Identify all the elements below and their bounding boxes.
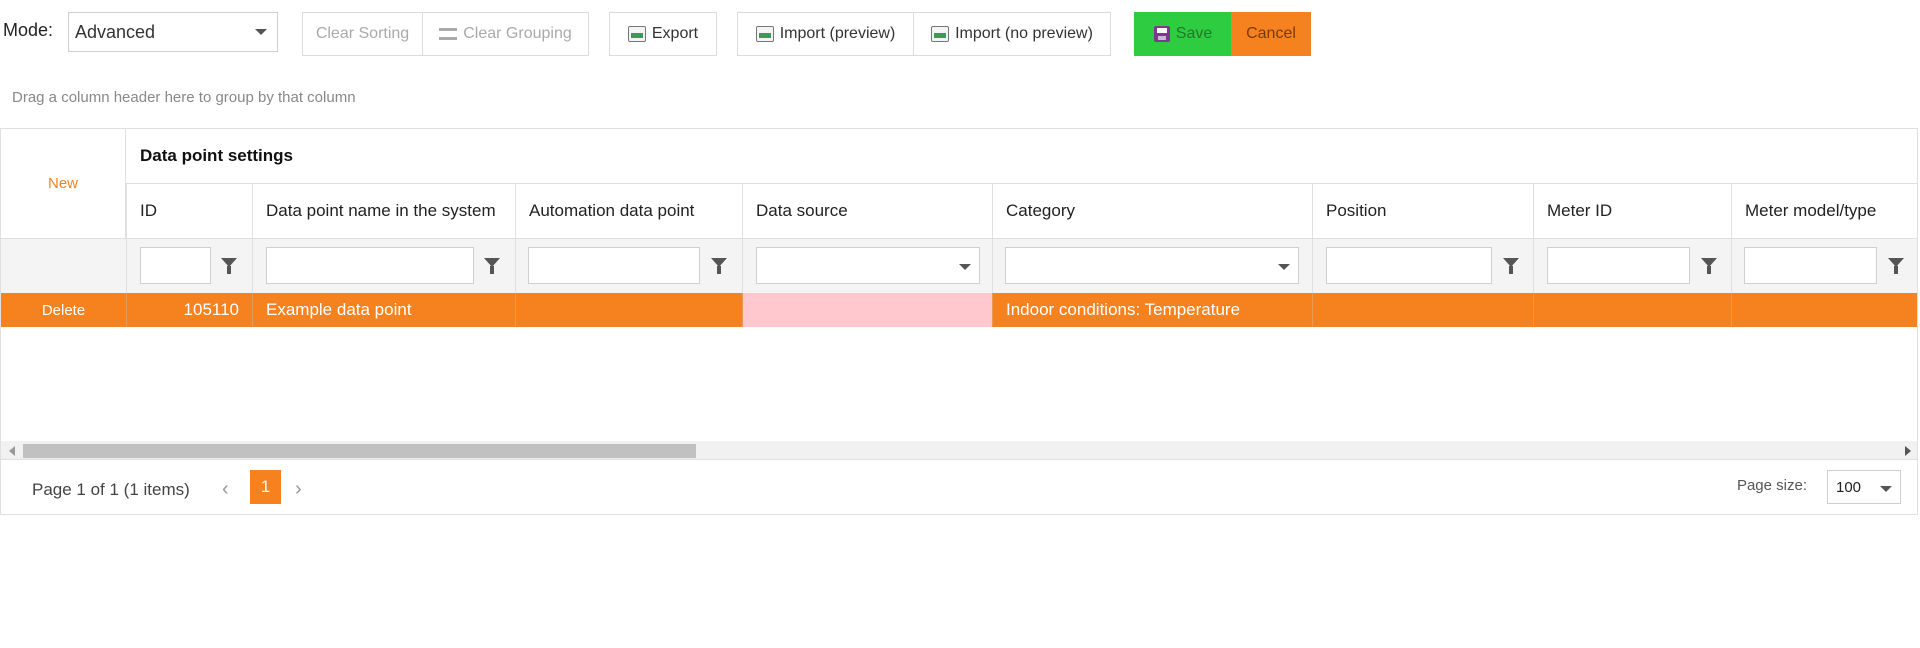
cell-automation[interactable] — [515, 293, 742, 327]
scroll-right-icon[interactable] — [1905, 446, 1911, 456]
filter-cell-meter-id — [1533, 239, 1731, 294]
filter-select-category[interactable] — [1005, 247, 1299, 284]
column-header-name[interactable]: Data point name in the system — [252, 184, 515, 238]
mode-label: Mode: — [3, 20, 54, 40]
group-panel-hint[interactable]: Drag a column header here to group by th… — [12, 89, 356, 106]
scroll-left-icon[interactable] — [9, 446, 15, 456]
column-header-row: ID Data point name in the system Automat… — [1, 184, 1917, 238]
import-preview-label: Import (preview) — [779, 25, 896, 42]
column-header-id[interactable]: ID — [126, 184, 252, 238]
filter-cell-command — [1, 239, 126, 294]
filter-cell-automation — [515, 239, 742, 294]
column-header-automation[interactable]: Automation data point — [515, 184, 742, 238]
cell-category[interactable]: Indoor conditions: Temperature — [992, 293, 1312, 327]
filter-icon[interactable] — [1503, 258, 1519, 274]
filter-input-meter-model[interactable] — [1744, 247, 1877, 284]
page-number-button[interactable]: 1 — [250, 470, 281, 504]
filter-input-id[interactable] — [140, 247, 211, 284]
chevron-right-icon[interactable]: › — [295, 478, 302, 501]
clear-sorting-label: Clear Sorting — [315, 25, 410, 42]
chevron-left-icon[interactable]: ‹ — [222, 478, 229, 501]
column-header-source[interactable]: Data source — [742, 184, 992, 238]
column-header-category[interactable]: Category — [992, 184, 1312, 238]
column-header-position[interactable]: Position — [1312, 184, 1533, 238]
cell-name[interactable]: Example data point — [252, 293, 515, 327]
filter-cell-name — [252, 239, 515, 294]
delete-row-link[interactable]: Delete — [1, 293, 126, 327]
filter-icon[interactable] — [221, 258, 237, 274]
cell-id[interactable]: 105110 — [126, 293, 252, 327]
mode-select-value: Advanced — [75, 21, 156, 42]
filter-input-automation[interactable] — [528, 247, 700, 284]
cell-meter-model[interactable] — [1731, 293, 1917, 327]
pager: Page 1 of 1 (1 items) ‹ 1 › Page size: 1… — [1, 459, 1917, 514]
filter-icon[interactable] — [484, 258, 500, 274]
chevron-down-icon — [959, 264, 971, 270]
cancel-button[interactable]: Cancel — [1231, 12, 1311, 56]
column-header-meter-id[interactable]: Meter ID — [1533, 184, 1731, 238]
filter-icon[interactable] — [1888, 258, 1904, 274]
filter-input-position[interactable] — [1326, 247, 1492, 284]
excel-icon — [755, 26, 774, 42]
cancel-label: Cancel — [1246, 25, 1296, 42]
filter-cell-meter-model — [1731, 239, 1917, 294]
import-no-preview-button[interactable]: Import (no preview) — [913, 12, 1111, 56]
floppy-disk-icon — [1153, 26, 1170, 42]
mode-select[interactable]: Advanced — [68, 12, 278, 52]
cell-position[interactable] — [1312, 293, 1533, 327]
horizontal-scrollbar[interactable] — [1, 441, 1917, 459]
column-header-meter-model[interactable]: Meter model/type — [1731, 184, 1917, 238]
filter-cell-source — [742, 239, 992, 294]
export-label: Export — [651, 25, 699, 42]
filter-cell-id — [126, 239, 252, 294]
filter-row — [1, 238, 1917, 294]
cell-meter-id[interactable] — [1533, 293, 1731, 327]
page-size-select[interactable]: 100 — [1827, 470, 1901, 504]
cell-source[interactable] — [742, 293, 992, 327]
band-header: Data point settings — [126, 129, 1917, 184]
filter-input-name[interactable] — [266, 247, 474, 284]
filter-cell-category — [992, 239, 1312, 294]
filter-icon[interactable] — [711, 258, 727, 274]
save-button[interactable]: Save — [1134, 12, 1232, 56]
filter-cell-position — [1312, 239, 1533, 294]
import-no-preview-label: Import (no preview) — [955, 25, 1093, 42]
chevron-down-icon — [255, 29, 267, 35]
filter-icon[interactable] — [1701, 258, 1717, 274]
page-size-value: 100 — [1836, 478, 1862, 496]
table-row[interactable]: Delete 105110 Example data point Indoor … — [1, 293, 1917, 327]
export-button[interactable]: Export — [609, 12, 717, 56]
import-preview-button[interactable]: Import (preview) — [737, 12, 914, 56]
excel-icon — [627, 26, 646, 42]
data-grid: New Data point settings ID Data point na… — [0, 128, 1918, 515]
pager-info: Page 1 of 1 (1 items) — [32, 480, 190, 499]
clear-grouping-icon — [439, 28, 458, 40]
clear-grouping-label: Clear Grouping — [463, 25, 572, 42]
clear-sorting-button[interactable]: Clear Sorting — [302, 12, 423, 56]
page-size-label: Page size: — [1736, 477, 1807, 494]
chevron-down-icon — [1880, 486, 1892, 492]
excel-icon — [931, 26, 950, 42]
scrollbar-thumb[interactable] — [23, 444, 696, 458]
filter-select-source[interactable] — [756, 247, 980, 284]
clear-grouping-button[interactable]: Clear Grouping — [422, 12, 589, 56]
chevron-down-icon — [1278, 264, 1290, 270]
save-label: Save — [1175, 25, 1213, 42]
filter-input-meter-id[interactable] — [1547, 247, 1690, 284]
